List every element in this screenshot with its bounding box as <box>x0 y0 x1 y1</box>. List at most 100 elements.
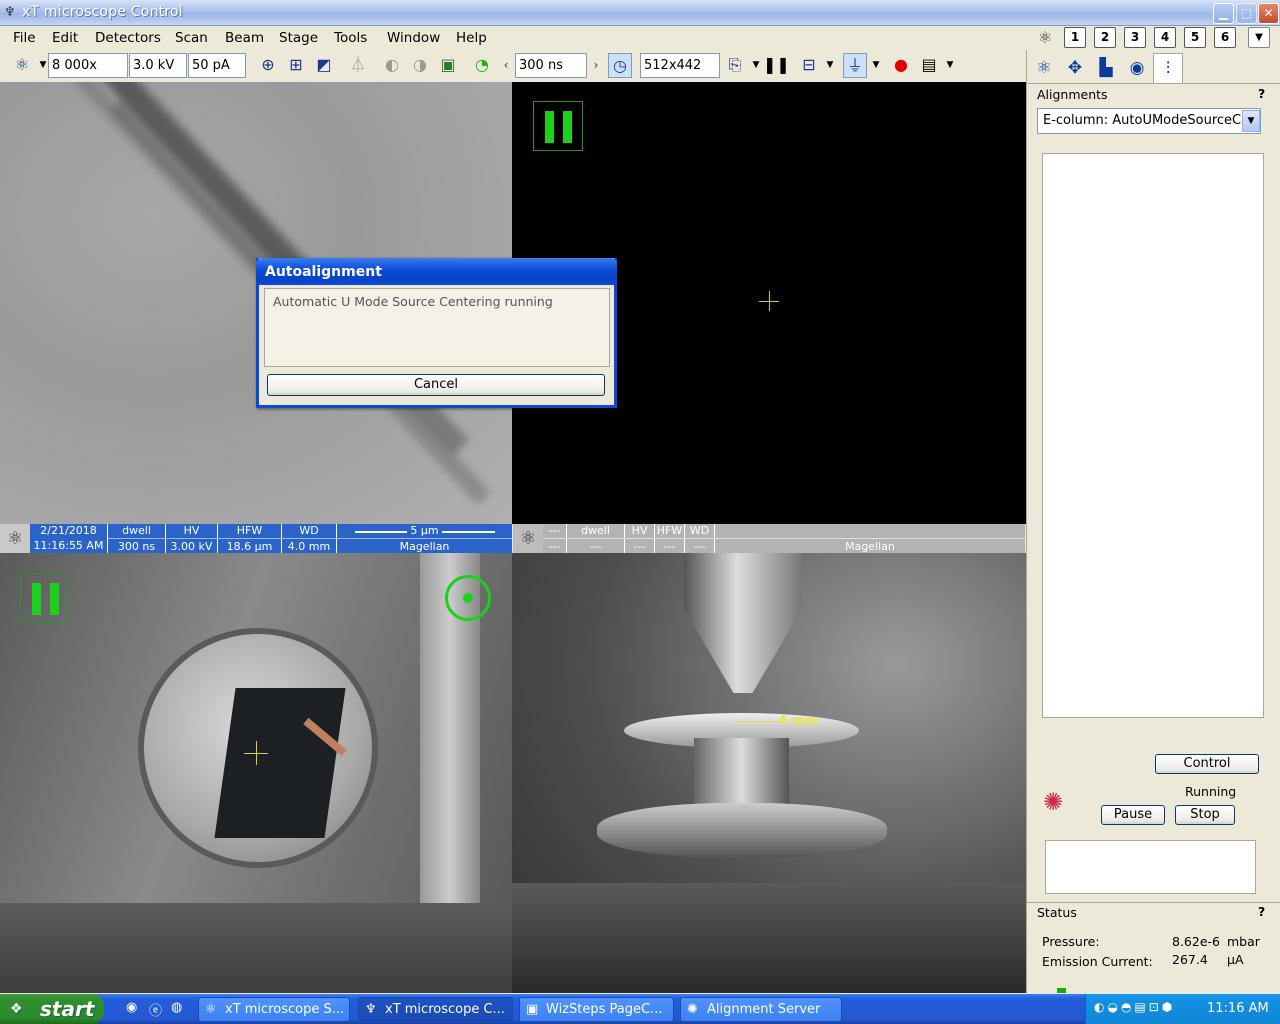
menu-window[interactable]: Window <box>387 30 440 46</box>
detector-icon[interactable]: ▙ <box>1091 53 1121 83</box>
crosshair-icon[interactable]: ⊕ <box>256 53 280 78</box>
emission-label: Emission Current: <box>1042 954 1153 969</box>
start-button[interactable]: ❖ start <box>0 994 104 1024</box>
pressure-unit: mbar <box>1227 934 1260 949</box>
scan-speed-icon[interactable]: ◔ <box>470 53 494 78</box>
window-button-5[interactable]: 5 <box>1184 27 1206 48</box>
resolution-field[interactable]: 512x442 <box>640 53 720 78</box>
pause-icon[interactable]: ❚❚ <box>763 53 790 78</box>
chevron-down-icon[interactable]: ▼ <box>825 53 835 78</box>
minimize-button[interactable]: ▁ <box>1213 3 1234 24</box>
quad1-databar: ⚛ 2/21/2018 11:16:55 AM dwell 300 ns HV … <box>0 524 512 553</box>
dialog-title: Autoalignment <box>256 258 617 285</box>
window-button-3[interactable]: 3 <box>1124 27 1146 48</box>
start-label: start <box>40 997 95 1021</box>
alignment-tab-icon[interactable]: ⫶ <box>1153 53 1183 83</box>
hfw-label: HFW <box>656 524 683 537</box>
pressure-label: Pressure: <box>1042 934 1100 949</box>
chevron-down-icon[interactable]: ▼ <box>1248 27 1270 48</box>
camera-icon[interactable]: ⎘ <box>723 53 747 78</box>
menu-help[interactable]: Help <box>456 30 487 46</box>
center-cross-icon[interactable]: ⊞ <box>284 53 308 78</box>
window-button-6[interactable]: 6 <box>1214 27 1236 48</box>
chevron-down-icon[interactable]: ▼ <box>751 53 761 78</box>
task-label: xT microscope C... <box>385 1002 505 1017</box>
quad-view-icon[interactable]: ⊟ <box>797 53 821 78</box>
chevron-down-icon[interactable]: ▼ <box>945 53 955 78</box>
stage-icon[interactable]: ✥ <box>1060 53 1090 83</box>
stop-button[interactable]: Stop <box>1175 805 1235 825</box>
quad3-navcam-image[interactable] <box>0 553 512 993</box>
ie-icon[interactable]: ⓔ <box>149 1000 162 1019</box>
menu-file[interactable]: File <box>13 30 36 46</box>
clock[interactable]: 11:16 AM <box>1207 1001 1269 1016</box>
menu-edit[interactable]: Edit <box>52 30 78 46</box>
crosshair-v <box>256 741 257 765</box>
help-icon[interactable]: ? <box>1258 86 1265 101</box>
video-icon[interactable]: ▣ <box>436 53 460 78</box>
menu-stage[interactable]: Stage <box>279 30 318 46</box>
record-icon[interactable]: ● <box>889 53 913 78</box>
help-icon[interactable]: ? <box>1258 904 1265 919</box>
contrast-icon[interactable]: ◐ <box>380 53 404 78</box>
high-voltage-field[interactable]: 3.0 kV <box>129 53 187 78</box>
alignment-select[interactable]: E-column: AutoUModeSourceCe <box>1037 108 1261 134</box>
chevron-down-icon[interactable]: ▼ <box>38 53 48 78</box>
frame-icon[interactable]: ▤ <box>917 53 941 78</box>
task-wizsteps[interactable]: ▣ WizSteps PageC... <box>519 997 674 1022</box>
dialog-message: Automatic U Mode Source Centering runnin… <box>264 288 610 367</box>
menu-detectors[interactable]: Detectors <box>95 30 161 46</box>
task-xt-server[interactable]: ⚛ xT microscope S... <box>198 997 350 1022</box>
quicklaunch-icon[interactable]: ◉ <box>126 1000 137 1015</box>
pause-button[interactable]: Pause <box>1101 805 1165 825</box>
eye-icon[interactable]: ◉ <box>1122 53 1152 83</box>
control-button[interactable]: Control <box>1155 754 1259 774</box>
stage-tilt-icon[interactable] <box>445 575 491 621</box>
window-button-1[interactable]: 1 <box>1064 27 1086 48</box>
status-title: Status <box>1037 905 1077 920</box>
hfw-label: HFW <box>236 524 263 537</box>
chevron-right-icon[interactable]: › <box>588 53 604 78</box>
menu-scan[interactable]: Scan <box>175 30 208 46</box>
maximize-button[interactable]: □ <box>1236 3 1257 24</box>
brightness-icon[interactable]: ◑ <box>408 53 432 78</box>
window-button-4[interactable]: 4 <box>1154 27 1176 48</box>
chevron-down-icon[interactable]: ▼ <box>1242 110 1260 132</box>
atom-icon: ⚛ <box>513 524 543 553</box>
task-label: Alignment Server <box>707 1002 821 1017</box>
reduced-area-icon[interactable]: ◩ <box>312 53 336 78</box>
magnification-field[interactable]: 8 000x <box>48 53 128 78</box>
window-button-2[interactable]: 2 <box>1094 27 1116 48</box>
tray-icons[interactable]: ◐◒◓▤⊡⬢ <box>1094 1000 1175 1014</box>
wd-value: --- <box>685 538 714 553</box>
instrument-label: Magellan <box>337 538 512 553</box>
chevron-left-icon[interactable]: ‹ <box>498 53 514 78</box>
menu-beam[interactable]: Beam <box>225 30 264 46</box>
dwell-label: dwell <box>122 524 151 537</box>
chevron-down-icon[interactable]: ▼ <box>871 53 881 78</box>
beam-icon[interactable]: ⚛ <box>10 53 34 78</box>
beam-current-field[interactable]: 50 pA <box>188 53 246 78</box>
quad2-databar: ⚛ --- --- dwell --- HV --- HFW --- WD --… <box>513 524 1025 553</box>
window-icon: ▣ <box>526 1002 539 1017</box>
snapshot-timer-icon[interactable]: ◷ <box>608 53 632 78</box>
task-alignment-server[interactable]: ✺ Alignment Server <box>680 997 842 1022</box>
scalebar: 5 µm <box>337 524 512 538</box>
detector-icon[interactable]: ⏃ <box>346 53 370 78</box>
close-button[interactable]: ✕ <box>1258 3 1279 24</box>
dwell-value: 300 ns <box>108 538 165 553</box>
running-status: Running <box>1185 784 1237 799</box>
system-tray: ◐◒◓▤⊡⬢ 11:16 AM <box>1085 994 1280 1024</box>
dwell-field[interactable]: 300 ns <box>515 53 587 78</box>
pause-indicator <box>533 101 583 151</box>
cancel-button[interactable]: Cancel <box>267 374 605 396</box>
atom-icon[interactable]: ⚛ <box>1029 53 1059 83</box>
quad4-chamber-image[interactable]: 4 mm <box>512 553 1026 993</box>
explorer-icon[interactable]: ◍ <box>171 1000 182 1015</box>
task-xt-control[interactable]: ♆ xT microscope C... <box>358 997 513 1022</box>
wd-label: WD <box>299 524 319 537</box>
window-title: xT microscope Control <box>22 4 183 20</box>
pause-indicator <box>20 573 70 623</box>
menu-tools[interactable]: Tools <box>334 30 367 46</box>
lens-icon[interactable]: ⏚ <box>843 53 867 78</box>
